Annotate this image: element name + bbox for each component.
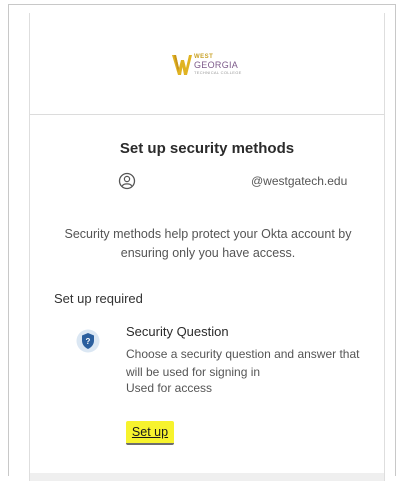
set-up-button-label: Set up: [131, 425, 169, 439]
card-header: WEST GEORGIA TECHNICAL COLLEGE: [30, 13, 384, 115]
method-title: Security Question: [126, 324, 229, 339]
browser-frame: WEST GEORGIA TECHNICAL COLLEGE Set up se…: [8, 4, 396, 481]
set-up-required-heading: Set up required: [54, 291, 143, 306]
user-email: @westgatech.edu: [251, 174, 348, 188]
method-usage: Used for access: [126, 381, 213, 395]
user-avatar-icon: [118, 172, 136, 190]
logo-text-college: TECHNICAL COLLEGE: [194, 70, 242, 75]
w-logo-icon: [172, 55, 192, 75]
set-up-button[interactable]: Set up: [126, 421, 174, 445]
logo-text-georgia: GEORGIA: [194, 60, 239, 70]
west-georgia-tech-logo: WEST GEORGIA TECHNICAL COLLEGE: [171, 53, 263, 77]
security-description: Security methods help protect your Okta …: [64, 227, 352, 260]
card-footer-divider: [30, 473, 384, 481]
svg-text:?: ?: [86, 337, 91, 346]
method-description: Choose a security question and answer th…: [126, 347, 360, 379]
sign-in-card: WEST GEORGIA TECHNICAL COLLEGE Set up se…: [29, 13, 385, 481]
page-title: Set up security methods: [119, 140, 295, 157]
security-question-shield-icon: ?: [76, 329, 100, 353]
user-identifier: @westgatech.edu: [30, 172, 384, 192]
